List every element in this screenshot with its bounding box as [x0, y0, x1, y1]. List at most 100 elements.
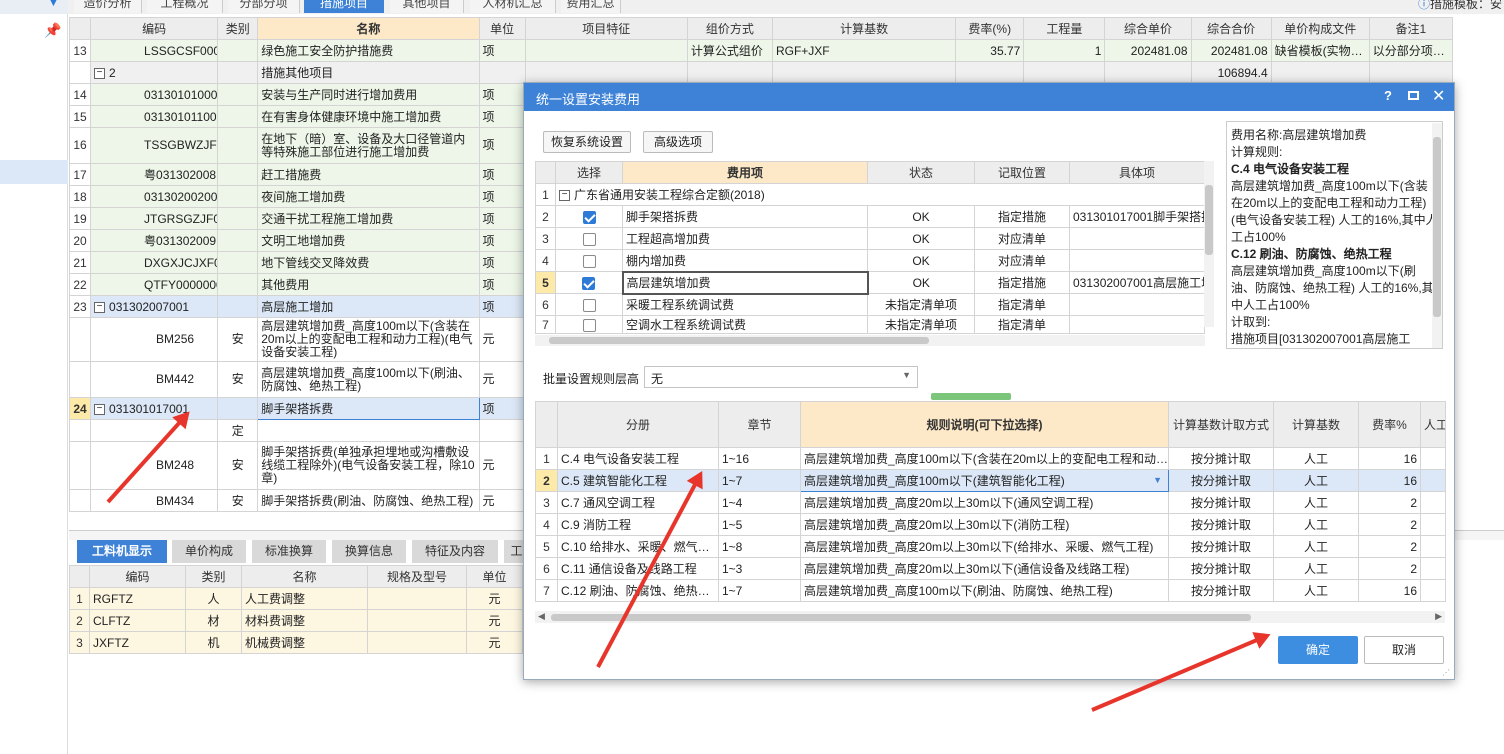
rule-col-header[interactable]: 计算基数计取方式 — [1168, 401, 1274, 448]
name-cell[interactable]: 赶工措施费 — [257, 163, 480, 186]
fee-name-cell[interactable]: 高层建筑增加费 — [621, 270, 869, 295]
select-cell[interactable] — [555, 205, 623, 228]
select-cell[interactable] — [555, 227, 623, 250]
fee-row[interactable]: 2 脚手架搭拆费 OK 指定措施 031301017001脚手架搭拆 — [535, 205, 1205, 228]
restore-default-button[interactable]: 恢复系统设置 — [543, 131, 631, 153]
table-row[interactable]: 13 LSSGCSF00001 绿色施工安全防护措施费项 计算公式组价RGF+JXF3… — [68, 39, 1454, 62]
position-cell[interactable]: 指定清单 — [974, 315, 1070, 334]
select-checkbox[interactable] — [582, 254, 596, 268]
fee-col-header[interactable]: 选择 — [555, 161, 623, 184]
select-cell[interactable] — [555, 249, 623, 272]
name-cell[interactable]: 脚手架搭拆费(单独承担埋地或沟槽敷设线缆工程除外)(电气设备安装工程，除10章) — [257, 441, 480, 490]
name-cell[interactable]: 在地下（暗）室、设备及大口径管道内等特殊施工部位进行施工增加费 — [257, 127, 480, 164]
rule-select-cell[interactable]: 高层建筑增加费_高度100m以下(刷油、防腐蚀、绝热工程) — [800, 579, 1169, 602]
fee-scroll-h[interactable] — [535, 335, 1205, 346]
table-row[interactable]: 3 JXFTZ 机机械费调整 元 — [69, 631, 540, 654]
bottom-col-header[interactable]: 单位 — [466, 565, 523, 588]
cancel-button[interactable]: 取消 — [1364, 636, 1444, 664]
top-tab-4[interactable]: 其他项目 — [390, 0, 464, 13]
advanced-options-button[interactable]: 高级选项 — [643, 131, 713, 153]
rule-select-cell[interactable]: 高层建筑增加费_高度20m以上30m以下(消防工程) — [800, 513, 1169, 536]
fee-row[interactable]: 4 棚内增加费 OK 对应清单 — [535, 249, 1205, 272]
select-cell[interactable] — [555, 271, 623, 294]
name-cell[interactable]: 地下管线交叉降效费 — [257, 251, 480, 274]
position-cell[interactable]: 对应清单 — [974, 227, 1070, 250]
top-tab-5[interactable]: 人材机汇总 — [470, 0, 556, 13]
rule-select-cell[interactable]: 高层建筑增加费_高度20m以上30m以下(给排水、采暖、燃气工程) — [800, 535, 1169, 558]
fee-col-header[interactable]: 记取位置 — [974, 161, 1070, 184]
name-cell[interactable]: 安装与生产同时进行增加费用 — [257, 83, 480, 106]
rule-col-header[interactable]: 章节 — [718, 401, 801, 448]
select-checkbox[interactable] — [582, 232, 596, 246]
name-cell[interactable]: 夜间施工增加费 — [257, 185, 480, 208]
info-scroll[interactable] — [1432, 123, 1442, 348]
help-icon[interactable]: ? — [1384, 88, 1392, 103]
select-checkbox[interactable] — [582, 210, 596, 224]
table-row[interactable]: −2 措施其他项目 106894.4 — [68, 61, 1454, 84]
main-col-header[interactable]: 项目特征 — [524, 17, 688, 40]
item-cell[interactable] — [1069, 249, 1205, 272]
fee-name-cell[interactable]: 工程超高增加费 — [622, 227, 868, 250]
rule-col-header[interactable]: 分册 — [557, 401, 719, 448]
rule-col-header[interactable]: 规则说明(可下拉选择) — [800, 401, 1169, 448]
table-row[interactable]: 2 CLFTZ 材材料费调整 元 — [69, 609, 540, 632]
fee-name-cell[interactable]: 采暖工程系统调试费 — [622, 293, 868, 316]
top-tab-0[interactable]: 造价分析 — [74, 0, 142, 13]
select-cell[interactable] — [555, 293, 623, 316]
rule-col-header[interactable]: 人工 — [1420, 401, 1446, 448]
main-col-header[interactable]: 单位 — [478, 17, 526, 40]
name-cell[interactable]: 措施其他项目 — [257, 61, 480, 84]
select-checkbox[interactable] — [582, 318, 596, 332]
main-col-header[interactable]: 费率(%) — [955, 17, 1025, 40]
select-cell[interactable] — [555, 315, 623, 334]
name-cell[interactable]: 脚手架搭拆费 — [257, 397, 480, 420]
name-cell[interactable]: 其他费用 — [257, 273, 480, 296]
top-tab-3[interactable]: 措施项目 — [304, 0, 384, 13]
collapse-icon[interactable]: ▼ — [48, 0, 59, 9]
main-col-header[interactable]: 备注1 — [1368, 17, 1454, 40]
position-cell[interactable]: 指定清单 — [974, 293, 1070, 316]
fee-name-cell[interactable]: 脚手架搭拆费 — [622, 205, 868, 228]
rule-row[interactable]: 7 C.12 刷油、防腐蚀、绝热… 1~7 高层建筑增加费_高度100m以下(刷油、防… — [535, 579, 1446, 602]
bottom-col-header[interactable]: 名称 — [241, 565, 368, 588]
rule-col-header[interactable]: 计算基数 — [1273, 401, 1359, 448]
resize-grip[interactable]: ⋰ — [1442, 668, 1450, 677]
bottom-col-header[interactable]: 类别 — [185, 565, 242, 588]
collapse-toggle-icon[interactable]: − — [94, 301, 106, 313]
rule-select-cell[interactable]: 高层建筑增加费_高度100m以下(含装在20m以上的变配电工程和动… — [800, 447, 1169, 470]
name-cell[interactable]: 绿色施工安全防护措施费 — [257, 39, 480, 62]
top-tab-2[interactable]: 分部分项 — [228, 0, 300, 13]
batch-rule-select[interactable]: 无 ▼ — [644, 366, 918, 388]
bottom-tab-1[interactable]: 单价构成 — [172, 540, 246, 563]
fee-row[interactable]: 3 工程超高增加费 OK 对应清单 — [535, 227, 1205, 250]
item-cell[interactable] — [1069, 293, 1205, 316]
select-checkbox[interactable] — [582, 298, 596, 312]
fee-col-header[interactable]: 具体项 — [1069, 161, 1205, 184]
fee-row[interactable]: 5 高层建筑增加费 OK 指定措施 031302007001高层施工增 — [535, 270, 1205, 295]
splitter-handle[interactable] — [931, 393, 1011, 400]
name-cell[interactable]: 在有害身体健康环境中施工增加费 — [257, 105, 480, 128]
fee-col-header[interactable]: 状态 — [867, 161, 975, 184]
fee-name-cell[interactable]: 棚内增加费 — [622, 249, 868, 272]
bottom-tab-3[interactable]: 换算信息 — [332, 540, 406, 563]
collapse-toggle-icon[interactable]: − — [94, 403, 106, 415]
name-cell[interactable]: 文明工地增加费 — [257, 229, 480, 252]
name-cell[interactable] — [257, 419, 480, 442]
name-cell[interactable]: 高层建筑增加费_高度100m以下(含装在20m以上的变配电工程和动力工程)(电气… — [257, 317, 480, 362]
main-col-header[interactable]: 计算基数 — [771, 17, 957, 40]
name-cell[interactable]: 脚手架搭拆费(刷油、防腐蚀、绝热工程) — [257, 489, 480, 512]
rule-row[interactable]: 3 C.7 通风空调工程 1~4 高层建筑增加费_高度20m以上30m以下(通风空调工… — [535, 491, 1446, 514]
position-cell[interactable]: 指定措施 — [974, 271, 1070, 294]
main-col-header[interactable]: 组价方式 — [686, 17, 773, 40]
fee-col-header[interactable]: 费用项 — [622, 161, 868, 184]
fee-group-row[interactable]: 1− 广东省通用安装工程综合定额(2018) — [535, 183, 1205, 206]
fee-name-cell[interactable]: 空调水工程系统调试费 — [622, 315, 868, 334]
main-col-header[interactable]: 类别 — [217, 17, 259, 40]
fee-scroll-v[interactable] — [1204, 161, 1214, 327]
item-cell[interactable] — [1069, 227, 1205, 250]
item-cell[interactable]: 031301017001脚手架搭拆 — [1069, 205, 1205, 228]
table-row[interactable]: 1RGFTZ人人工费调整元214 — [69, 587, 540, 610]
collapse-toggle-icon[interactable]: − — [559, 190, 570, 202]
maximize-icon[interactable] — [1408, 91, 1419, 100]
top-tab-6[interactable]: 费用汇总 — [561, 0, 621, 13]
